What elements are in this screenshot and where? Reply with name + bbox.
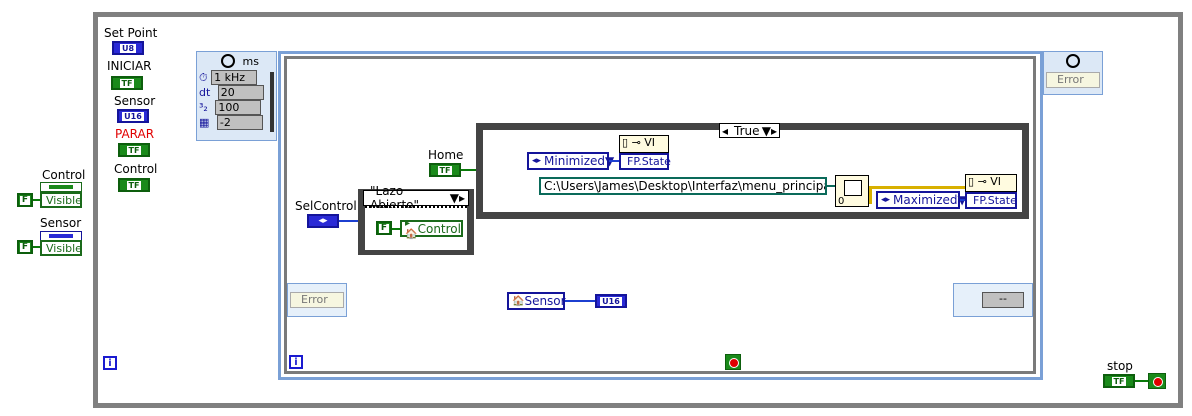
control-label: Control xyxy=(114,162,158,176)
false-constant-sensor[interactable]: F xyxy=(17,240,33,254)
error-cluster-left: Error xyxy=(287,283,347,317)
clock-icon xyxy=(221,54,235,68)
outer-loop-stop-condition[interactable] xyxy=(1148,373,1166,389)
case-selector-selcontrol[interactable]: "Lazo Abierto", ▼▸ xyxy=(363,184,469,212)
iteration-terminal-inner: i xyxy=(289,355,303,369)
sensor-terminal[interactable]: U16 xyxy=(117,109,149,123)
timed-loop-output-node: Error xyxy=(1043,51,1103,95)
control-visible-label: Control xyxy=(42,168,86,182)
control-visible-property[interactable]: Visible xyxy=(40,192,82,208)
fp-state-property-maximize[interactable]: FP.State xyxy=(965,192,1017,209)
control-terminal[interactable]: TF xyxy=(118,178,150,192)
parar-label: PARAR xyxy=(115,127,155,141)
clock-icon-right xyxy=(1066,54,1080,68)
set-point-label: Set Point xyxy=(104,26,158,40)
stop-terminal[interactable]: TF xyxy=(1103,374,1135,388)
timed-loop-input-node: ms ⏱ 1 kHz dt 20 ³₂ 100 ▦ -2 xyxy=(196,51,277,141)
sensor-visible-label: Sensor xyxy=(40,216,82,230)
sensor-visible-property[interactable]: Visible xyxy=(40,240,82,256)
maximized-enum-constant[interactable]: ◂▸Maximized▼ xyxy=(876,191,967,209)
selcontrol-terminal[interactable]: ◂▸ xyxy=(307,214,339,228)
control-ref-icon xyxy=(40,182,82,192)
iteration-terminal-outer: i xyxy=(103,356,117,370)
minimized-enum-constant[interactable]: ◂▸Minimized▼ xyxy=(527,152,614,170)
vi-ref-node-minimize[interactable]: ▯ ⊸ VI xyxy=(619,135,669,153)
control-ref-visible[interactable]: ▸🏠 Control xyxy=(400,218,463,240)
fp-state-property-minimize[interactable]: FP.State xyxy=(619,153,671,170)
stop-label: stop xyxy=(1107,359,1133,373)
home-label: Home xyxy=(428,148,464,162)
parar-terminal[interactable]: TF xyxy=(118,143,150,157)
iniciar-label: INICIAR xyxy=(107,59,152,73)
path-constant[interactable]: C:\Users\James\Desktop\Interfaz\menu_pri… xyxy=(539,177,827,195)
false-constant-case[interactable]: F xyxy=(376,221,392,235)
sensor-ref-value-property[interactable]: 🏠 Sensor xyxy=(507,292,566,310)
set-point-terminal[interactable]: U8 xyxy=(112,41,144,55)
false-constant-control[interactable]: F xyxy=(17,193,33,207)
error-cluster-right: -- xyxy=(953,283,1033,317)
sensor-u16-indicator: U16 xyxy=(595,294,627,308)
vi-ref-node-maximize[interactable]: ▯ ⊸ VI xyxy=(965,174,1017,192)
selcontrol-label: SelControl xyxy=(295,199,357,213)
home-terminal[interactable]: TF xyxy=(429,163,461,177)
timed-loop-stop-terminal[interactable] xyxy=(725,354,741,370)
case-selector-home[interactable]: ◂ True ▼▸ xyxy=(719,123,780,138)
iniciar-terminal[interactable]: TF xyxy=(111,76,143,90)
open-vi-reference-node[interactable]: 0 xyxy=(835,175,869,207)
sensor-label: Sensor xyxy=(114,94,156,108)
